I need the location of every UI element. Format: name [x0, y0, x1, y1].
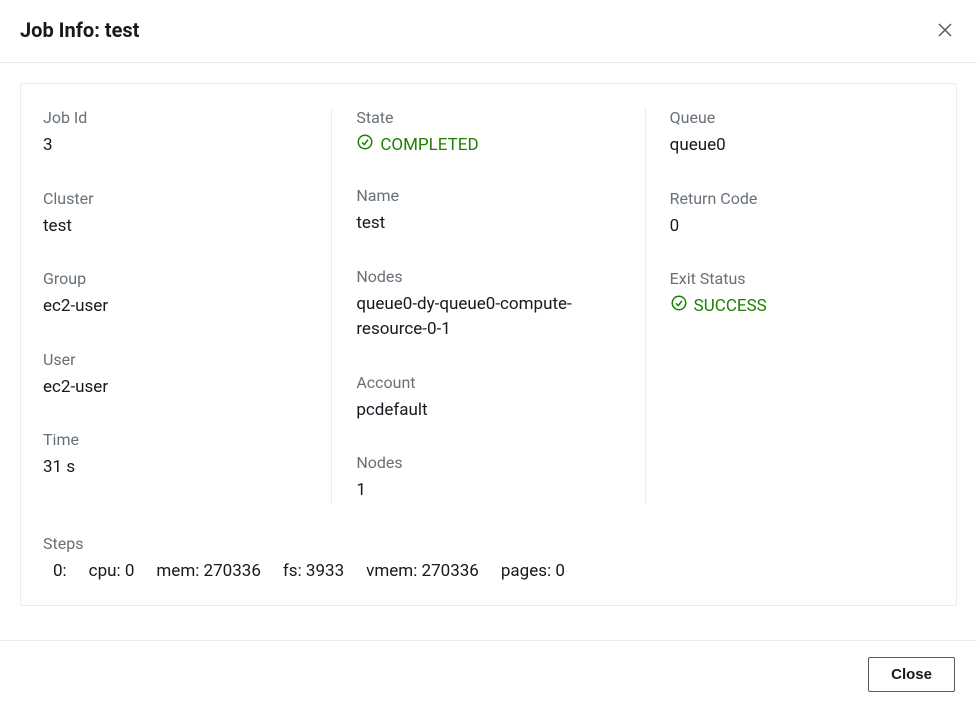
close-button[interactable]: Close	[868, 657, 955, 692]
field-name: Name test	[356, 186, 620, 237]
label-account: Account	[356, 373, 620, 392]
label-exit-status: Exit Status	[670, 269, 934, 288]
steps-section: Steps 0: cpu: 0 mem: 270336 fs: 3933 vme…	[43, 534, 934, 581]
modal-title: Job Info: test	[20, 18, 139, 42]
check-circle-icon	[356, 133, 374, 156]
label-nodes-count: Nodes	[356, 453, 620, 472]
field-state: State COMPLETED	[356, 108, 620, 156]
field-time: Time 31 s	[43, 430, 307, 481]
field-exit-status: Exit Status SUCCESS	[670, 269, 934, 317]
value-time: 31 s	[43, 455, 307, 481]
label-name: Name	[356, 186, 620, 205]
step-fs: fs: 3933	[283, 561, 344, 581]
close-icon[interactable]	[933, 18, 957, 42]
value-nodes-count: 1	[356, 478, 620, 504]
step-pages: pages: 0	[501, 561, 565, 581]
step-cpu: cpu: 0	[89, 561, 135, 581]
label-nodes-list: Nodes	[356, 267, 620, 286]
value-exit-status: SUCCESS	[670, 294, 767, 317]
value-state: COMPLETED	[356, 133, 478, 156]
job-info-modal: Job Info: test Job Id 3 Cluster test Gr	[0, 0, 977, 708]
modal-body: Job Id 3 Cluster test Group ec2-user Use…	[0, 63, 977, 640]
field-nodes-count: Nodes 1	[356, 453, 620, 504]
value-nodes-list: queue0-dy-queue0-compute-resource-0-1	[356, 292, 620, 343]
column-1: Job Id 3 Cluster test Group ec2-user Use…	[43, 108, 331, 504]
label-time: Time	[43, 430, 307, 449]
exit-status-text: SUCCESS	[694, 296, 767, 316]
check-circle-icon	[670, 294, 688, 317]
step-index: 0:	[53, 561, 67, 581]
value-queue: queue0	[670, 133, 934, 159]
field-return-code: Return Code 0	[670, 189, 934, 240]
label-return-code: Return Code	[670, 189, 934, 208]
column-3: Queue queue0 Return Code 0 Exit Status	[645, 108, 934, 504]
details-panel: Job Id 3 Cluster test Group ec2-user Use…	[20, 83, 957, 606]
field-user: User ec2-user	[43, 350, 307, 401]
state-text: COMPLETED	[380, 135, 478, 155]
steps-row: 0: cpu: 0 mem: 270336 fs: 3933 vmem: 270…	[43, 561, 934, 581]
label-state: State	[356, 108, 620, 127]
modal-footer: Close	[0, 640, 977, 708]
value-user: ec2-user	[43, 375, 307, 401]
value-name: test	[356, 211, 620, 237]
columns: Job Id 3 Cluster test Group ec2-user Use…	[43, 108, 934, 504]
step-vmem: vmem: 270336	[366, 561, 479, 581]
modal-header: Job Info: test	[0, 0, 977, 63]
value-job-id: 3	[43, 133, 307, 159]
label-user: User	[43, 350, 307, 369]
field-nodes-list: Nodes queue0-dy-queue0-compute-resource-…	[356, 267, 620, 343]
label-job-id: Job Id	[43, 108, 307, 127]
value-account: pcdefault	[356, 398, 620, 424]
column-2: State COMPLETED Name test Nodes	[331, 108, 644, 504]
field-cluster: Cluster test	[43, 189, 307, 240]
field-job-id: Job Id 3	[43, 108, 307, 159]
label-cluster: Cluster	[43, 189, 307, 208]
label-group: Group	[43, 269, 307, 288]
field-queue: Queue queue0	[670, 108, 934, 159]
label-queue: Queue	[670, 108, 934, 127]
value-return-code: 0	[670, 214, 934, 240]
value-group: ec2-user	[43, 294, 307, 320]
value-cluster: test	[43, 214, 307, 240]
step-mem: mem: 270336	[156, 561, 261, 581]
field-group: Group ec2-user	[43, 269, 307, 320]
label-steps: Steps	[43, 534, 934, 553]
field-account: Account pcdefault	[356, 373, 620, 424]
